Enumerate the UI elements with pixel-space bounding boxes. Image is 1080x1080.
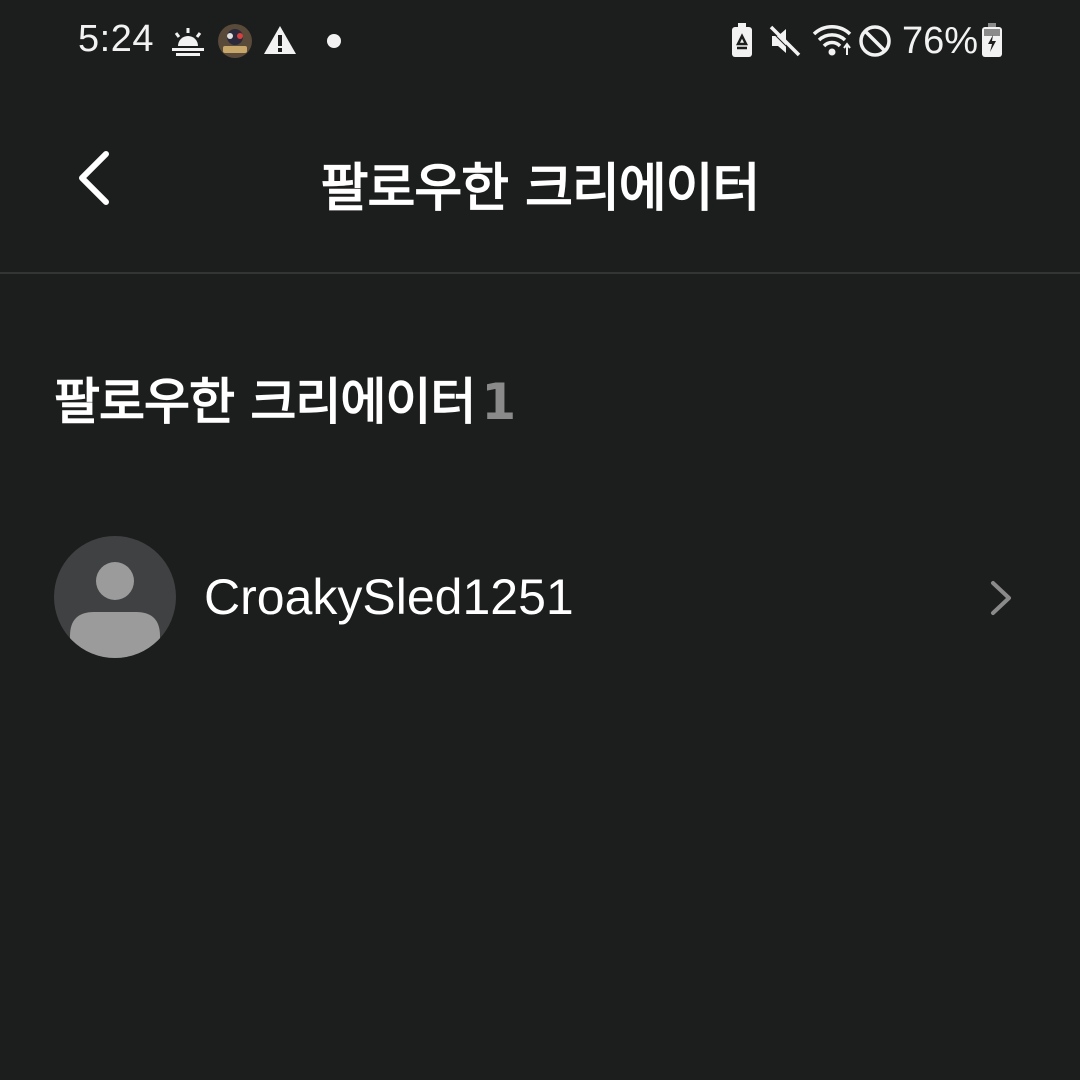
- top-app-bar: 팔로우한 크리에이터: [0, 84, 1080, 272]
- weather-sunrise-icon: [172, 28, 204, 56]
- default-user-avatar-icon: [70, 562, 160, 658]
- battery-percent: 76%: [902, 20, 979, 62]
- app-notification-icon: [218, 24, 252, 58]
- battery-saver-icon: [732, 23, 752, 57]
- follow-count: 1: [481, 373, 516, 431]
- status-time: 5:24: [78, 18, 154, 60]
- chevron-right-icon: [991, 581, 1011, 615]
- creator-name: CroakySled1251: [204, 569, 574, 625]
- battery-charging-icon: [982, 23, 1002, 57]
- section-heading-label: 팔로우한 크리에이터: [54, 373, 476, 431]
- header-divider: [0, 272, 1080, 274]
- section-heading: 팔로우한 크리에이터 1: [54, 362, 516, 434]
- status-bar: 5:24 76%: [0, 0, 1080, 84]
- screen: 5:24 76% 팔로우한 크리에이터 팔로우한 크리에이터 1 CroakyS…: [0, 0, 1080, 1080]
- dot-icon: [327, 34, 341, 48]
- warning-icon: [264, 26, 296, 54]
- wifi-icon: [812, 25, 852, 56]
- list-item-creator[interactable]: CroakySled1251: [0, 520, 1080, 674]
- avatar: [54, 536, 176, 658]
- page-title: 팔로우한 크리에이터: [320, 159, 761, 219]
- do-not-disturb-icon: [859, 25, 891, 57]
- mute-icon: [768, 25, 801, 58]
